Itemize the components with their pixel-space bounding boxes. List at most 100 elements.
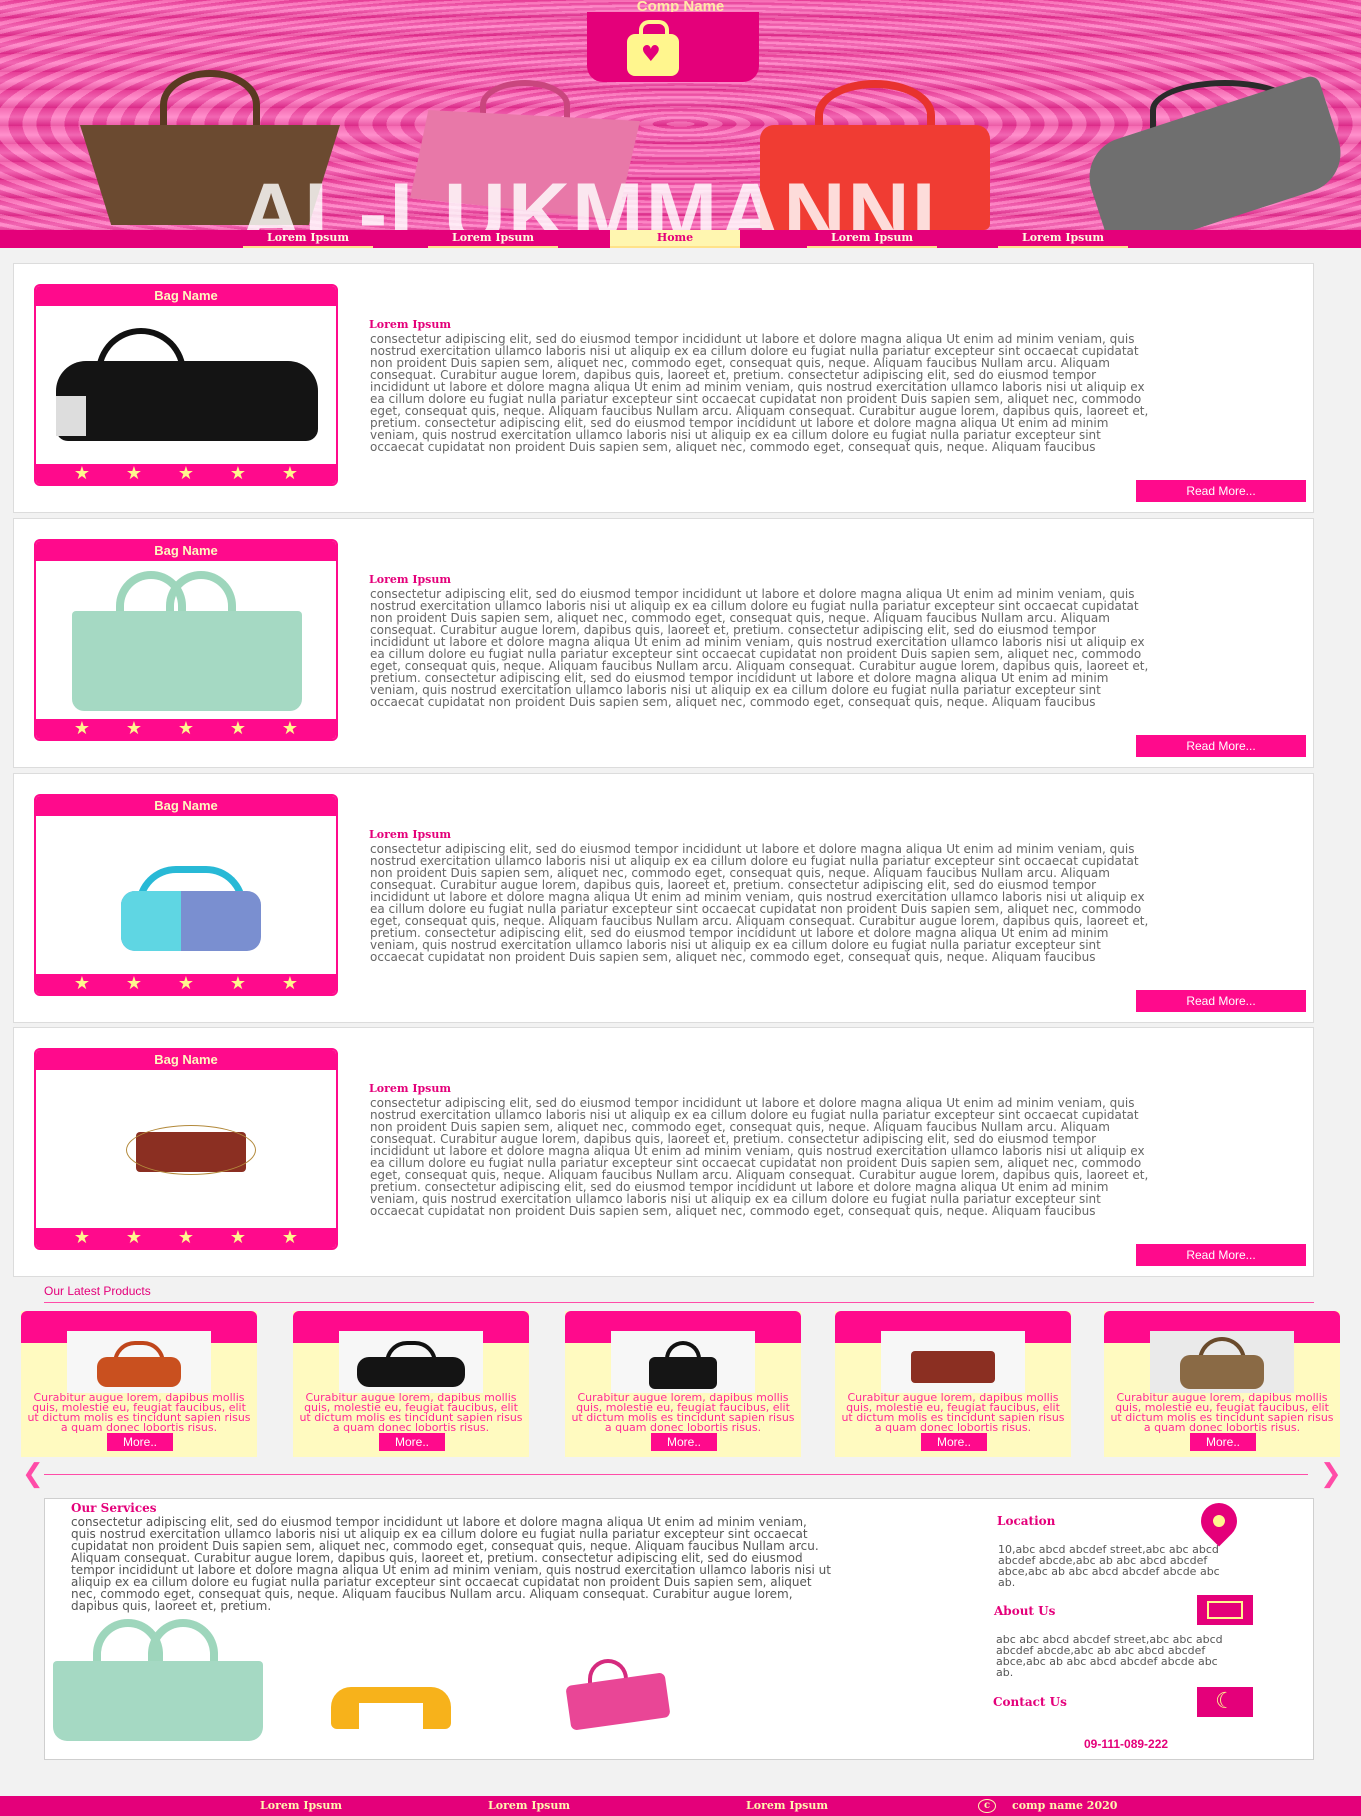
rating-stars: ★ ★ ★ ★ ★ xyxy=(36,464,336,484)
star-icon: ★ xyxy=(229,718,247,739)
star-icon: ★ xyxy=(229,973,247,994)
contact-title: Contact Us xyxy=(993,1695,1067,1709)
product-description: consectetur adipiscing elit, sed do eius… xyxy=(370,1096,1149,1218)
about-text: abc abc abcd abcdef street,abc abc abcd … xyxy=(996,1633,1223,1679)
star-icon: ★ xyxy=(177,718,195,739)
more-button[interactable]: More.. xyxy=(379,1433,445,1451)
product-title: Lorem Ipsum xyxy=(369,573,452,586)
service-yellow-bag-image xyxy=(301,1687,481,1737)
star-icon: ★ xyxy=(125,463,143,484)
more-button[interactable]: More.. xyxy=(107,1433,173,1451)
black-bag-image xyxy=(36,306,336,466)
copyright-text: comp name 2020 xyxy=(1012,1799,1118,1812)
star-icon: ★ xyxy=(125,718,143,739)
star-icon: ★ xyxy=(177,973,195,994)
star-icon: ★ xyxy=(177,463,195,484)
read-more-button[interactable]: Read More... xyxy=(1136,1244,1306,1266)
more-button[interactable]: More.. xyxy=(651,1433,717,1451)
product-description: consectetur adipiscing elit, sed do eius… xyxy=(370,842,1149,964)
divider xyxy=(44,1302,1314,1303)
star-icon: ★ xyxy=(73,973,91,994)
read-more-button[interactable]: Read More... xyxy=(1136,735,1306,757)
location-title: Location xyxy=(997,1514,1056,1528)
star-icon: ★ xyxy=(73,1227,91,1248)
product-row: Bag Name ★ ★ ★ ★ ★ Lorem Ipsum consectetur a… xyxy=(13,773,1314,1023)
star-icon: ★ xyxy=(281,463,299,484)
footer-link[interactable]: Lorem Ipsum xyxy=(746,1796,828,1816)
slider-track xyxy=(44,1474,1308,1475)
star-icon: ★ xyxy=(125,1227,143,1248)
more-button[interactable]: More.. xyxy=(921,1433,987,1451)
blue-puzzle-bag-image xyxy=(36,816,336,976)
star-icon: ★ xyxy=(281,1227,299,1248)
footer: Lorem Ipsum Lorem Ipsum Lorem Ipsum c co… xyxy=(0,1796,1361,1816)
product-description: consectetur adipiscing elit, sed do eius… xyxy=(370,587,1149,709)
nav-item-4[interactable]: Lorem Ipsum xyxy=(807,230,937,248)
latest-product-text: Curabitur augue lorem, dapibus mollis qu… xyxy=(299,1391,523,1434)
product-title: Lorem Ipsum xyxy=(369,1082,452,1095)
service-mint-bag-image xyxy=(53,1619,263,1744)
nav-item-5[interactable]: Lorem Ipsum xyxy=(998,230,1128,248)
star-icon: ★ xyxy=(281,973,299,994)
latest-product-text: Curabitur augue lorem, dapibus mollis qu… xyxy=(27,1391,251,1434)
banner-camo-bag-image xyxy=(1079,74,1351,248)
latest-product-text: Curabitur augue lorem, dapibus mollis qu… xyxy=(841,1391,1065,1434)
latest-product-card[interactable]: Curabitur augue lorem, dapibus mollis qu… xyxy=(293,1311,529,1457)
copyright-icon: c xyxy=(978,1799,996,1813)
location-pin-icon xyxy=(1193,1495,1245,1547)
star-icon: ★ xyxy=(229,463,247,484)
read-more-button[interactable]: Read More... xyxy=(1136,990,1306,1012)
product-row: Bag Name ★ ★ ★ ★ ★ Lorem Ipsum consectetur a… xyxy=(13,1027,1314,1277)
black-bag-image xyxy=(339,1331,483,1393)
heart-bag-logo-icon[interactable]: ♥ xyxy=(627,20,679,76)
orange-bag-image xyxy=(67,1331,211,1393)
product-card[interactable]: Bag Name ★ ★ ★ ★ ★ xyxy=(34,284,338,486)
footer-link[interactable]: Lorem Ipsum xyxy=(488,1796,570,1816)
location-address: 10,abc abcd abcdef street,abc abc abcd a… xyxy=(998,1543,1220,1589)
product-card[interactable]: Bag Name ★ ★ ★ ★ ★ xyxy=(34,539,338,741)
star-icon: ★ xyxy=(125,973,143,994)
services-section: Our Services consectetur adipiscing elit… xyxy=(44,1495,1314,1760)
latest-product-card[interactable]: Curabitur augue lorem, dapibus mollis qu… xyxy=(835,1311,1071,1457)
nav-item-1[interactable]: Lorem Ipsum xyxy=(243,230,373,248)
nav-item-2[interactable]: Lorem Ipsum xyxy=(428,230,558,248)
prev-arrow-icon[interactable]: ❮ xyxy=(22,1460,44,1488)
product-card[interactable]: Bag Name ★ ★ ★ ★ ★ xyxy=(34,794,338,996)
latest-product-text: Curabitur augue lorem, dapibus mollis qu… xyxy=(1110,1391,1334,1434)
star-icon: ★ xyxy=(73,463,91,484)
read-more-button[interactable]: Read More... xyxy=(1136,480,1306,502)
black-handbag-image xyxy=(611,1331,755,1393)
phone-icon: ☾ xyxy=(1197,1687,1253,1717)
service-pink-bag-image xyxy=(563,1659,673,1731)
footer-link[interactable]: Lorem Ipsum xyxy=(260,1796,342,1816)
nav-item-home[interactable]: Home xyxy=(610,230,740,248)
product-row: Bag Name ★ ★ ★ ★ ★ Lorem Ipsum consectetur a… xyxy=(13,518,1314,768)
rating-stars: ★ ★ ★ ★ ★ xyxy=(36,974,336,994)
product-name: Bag Name xyxy=(36,1050,336,1070)
product-card[interactable]: Bag Name ★ ★ ★ ★ ★ xyxy=(34,1048,338,1250)
product-name: Bag Name xyxy=(36,286,336,306)
brown-crossbody-bag-image xyxy=(36,1070,336,1230)
product-row: Bag Name ★ ★ ★ ★ ★ Lorem Ipsum consectetur a… xyxy=(13,263,1314,513)
product-title: Lorem Ipsum xyxy=(369,828,452,841)
latest-product-card[interactable]: Curabitur augue lorem, dapibus mollis qu… xyxy=(1104,1311,1340,1457)
services-title: Our Services xyxy=(71,1501,157,1515)
product-description: consectetur adipiscing elit, sed do eius… xyxy=(370,332,1149,454)
next-arrow-icon[interactable]: ❯ xyxy=(1320,1460,1342,1488)
latest-product-text: Curabitur augue lorem, dapibus mollis qu… xyxy=(571,1391,795,1434)
more-button[interactable]: More.. xyxy=(1190,1433,1256,1451)
brown-crossbody-bag-image xyxy=(881,1331,1025,1393)
product-title: Lorem Ipsum xyxy=(369,318,452,331)
rating-stars: ★ ★ ★ ★ ★ xyxy=(36,719,336,739)
star-icon: ★ xyxy=(281,718,299,739)
services-text: consectetur adipiscing elit, sed do eius… xyxy=(71,1515,831,1613)
star-icon: ★ xyxy=(229,1227,247,1248)
star-icon: ★ xyxy=(73,718,91,739)
latest-product-card[interactable]: Curabitur augue lorem, dapibus mollis qu… xyxy=(21,1311,257,1457)
phone-number[interactable]: 09-111-089-222 xyxy=(1084,1737,1168,1751)
rating-stars: ★ ★ ★ ★ ★ xyxy=(36,1228,336,1248)
main-nav: Lorem Ipsum Lorem Ipsum Home Lorem Ipsum… xyxy=(0,230,1361,248)
latest-product-card[interactable]: Curabitur augue lorem, dapibus mollis qu… xyxy=(565,1311,801,1457)
product-name: Bag Name xyxy=(36,541,336,561)
id-card-icon xyxy=(1197,1595,1253,1625)
